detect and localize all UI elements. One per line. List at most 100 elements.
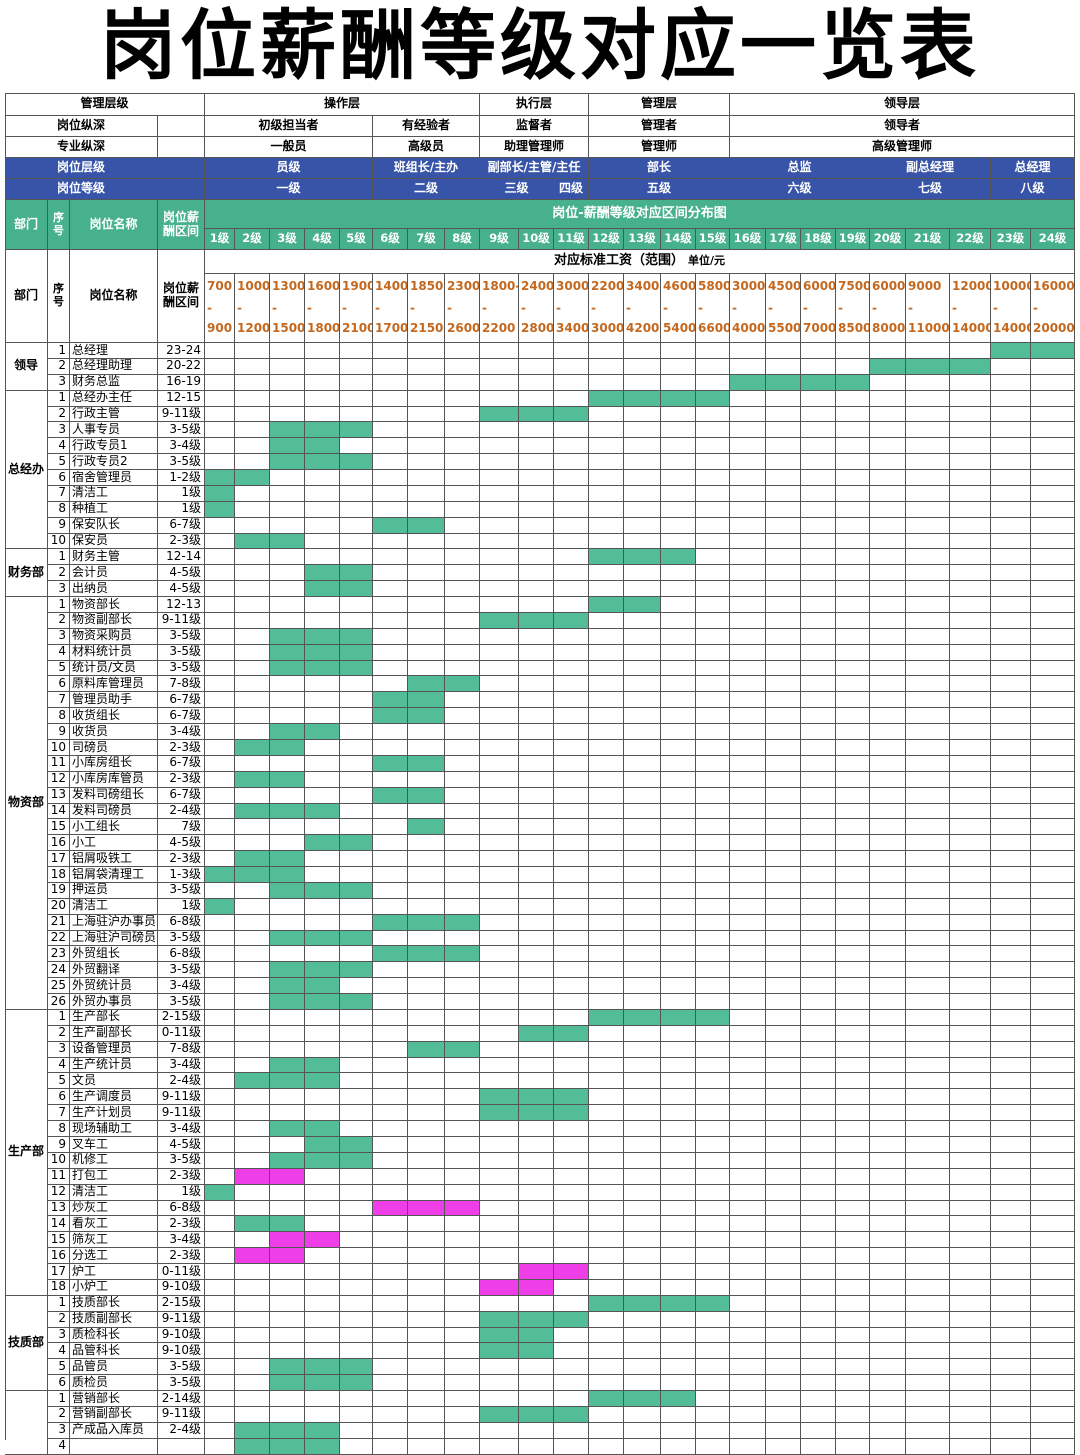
- grade-cell: [554, 1121, 589, 1137]
- grade-cell: [235, 1232, 270, 1249]
- grade-cell: [1031, 803, 1075, 820]
- grade-cell: [906, 1041, 950, 1058]
- grade-cell: [696, 1216, 730, 1233]
- grade-cell: [235, 1121, 270, 1137]
- wage-range: 3000-3400: [554, 274, 589, 343]
- grade-bar: [554, 406, 589, 423]
- grade-cell: [624, 1375, 661, 1392]
- range-header: 岗位薪酬区间: [158, 200, 205, 250]
- grade-cell: [554, 581, 589, 598]
- grade-cell: [205, 1279, 235, 1296]
- grade-cell: [340, 819, 373, 836]
- grade-cell: [205, 1406, 235, 1423]
- grade-cell: [1031, 549, 1075, 566]
- grade-cell: [624, 1311, 661, 1328]
- wage-range: 7500-8500: [836, 274, 870, 343]
- grade-cell: [205, 771, 235, 788]
- grade-cell: [373, 1359, 408, 1376]
- row-seq: 1: [48, 390, 70, 407]
- grade-cell: [373, 660, 408, 677]
- grade-cell: [408, 930, 445, 947]
- wage-low: 3400: [626, 279, 660, 293]
- grade-cell: [801, 1406, 836, 1423]
- grade-cell: [950, 390, 991, 407]
- wage-range: 12000-14000: [950, 274, 991, 343]
- grade-cell: [991, 549, 1031, 566]
- grade-cell: [950, 676, 991, 693]
- grade-cell: [661, 1343, 696, 1360]
- grade-cell: [870, 390, 906, 407]
- grade-cell: [554, 358, 589, 375]
- grade-cell: [766, 438, 801, 455]
- grade-cell: [554, 1279, 589, 1296]
- wage-high: 6600: [698, 321, 730, 336]
- grade-cell: [991, 771, 1031, 788]
- row-range: 3-5级: [158, 660, 205, 677]
- grade-cell: [950, 1137, 991, 1153]
- row-seq: 1: [48, 1009, 70, 1026]
- wage-low: 6000: [803, 279, 836, 293]
- grade-cell: [991, 1184, 1031, 1201]
- grade-cell: [950, 819, 991, 836]
- grade-cell: [554, 1232, 589, 1249]
- grade-cell: [519, 676, 554, 693]
- grade-cell: [589, 1438, 624, 1455]
- grade-bar: [340, 994, 373, 1010]
- grade-cell: [305, 755, 340, 772]
- grade-cell: [373, 1232, 408, 1249]
- grade-cell: [1031, 1121, 1075, 1137]
- grade-cell: [766, 1359, 801, 1376]
- grade-cell: [235, 1406, 270, 1423]
- grade-cell: [305, 390, 340, 407]
- grade-cell: [340, 914, 373, 931]
- grade-cell: [235, 787, 270, 804]
- grade-cell: [235, 692, 270, 709]
- grade-cell: [730, 422, 766, 439]
- grade-cell: [991, 851, 1031, 868]
- range-header: 岗位薪酬区间: [158, 250, 205, 343]
- grade-cell: [801, 581, 836, 598]
- grade-cell: [589, 898, 624, 915]
- grade-cell: [205, 1137, 235, 1153]
- grade-cell: [730, 660, 766, 677]
- grade-cell: [766, 485, 801, 502]
- grade-cell: [906, 470, 950, 486]
- row-seq: 3: [48, 374, 70, 391]
- grade-cell: [554, 644, 589, 661]
- grade-cell: [589, 867, 624, 883]
- grade-cell: [766, 1105, 801, 1122]
- grade-cell: [991, 1009, 1031, 1026]
- grade-cell: [991, 835, 1031, 852]
- row-name: 总经办主任: [70, 390, 158, 407]
- grade-bar: [270, 644, 305, 661]
- grade-cell: [801, 485, 836, 502]
- grade-cell: [373, 1375, 408, 1392]
- grade-bar: [519, 406, 554, 423]
- grade-cell: [696, 962, 730, 979]
- grade-cell: [730, 1295, 766, 1312]
- grade-cell: [1031, 581, 1075, 598]
- grade-cell: [205, 1327, 235, 1344]
- grade-cell: [445, 358, 480, 375]
- grade-cell: [205, 1041, 235, 1058]
- grade-cell: [235, 581, 270, 598]
- grade-cell: [906, 1438, 950, 1455]
- grade-cell: [408, 994, 445, 1010]
- grade-cell: [836, 1152, 870, 1169]
- grade-cell: [906, 898, 950, 915]
- grade-cell: [408, 724, 445, 740]
- grade-cell: [1031, 1073, 1075, 1090]
- grade-cell: [270, 1041, 305, 1058]
- grade-cell: [408, 343, 445, 359]
- grade-cell: [1031, 1248, 1075, 1265]
- grade-cell: [373, 1327, 408, 1344]
- wage-dash: -: [410, 301, 415, 315]
- grade-cell: [661, 501, 696, 518]
- grade-cell: [373, 740, 408, 756]
- grade-cell: [445, 533, 480, 550]
- grade-cell: [624, 501, 661, 518]
- grade-cell: [991, 1168, 1031, 1185]
- grade-cell: [340, 374, 373, 391]
- row-name: 保安队长: [70, 517, 158, 534]
- row-range: 3-5级: [158, 1359, 205, 1376]
